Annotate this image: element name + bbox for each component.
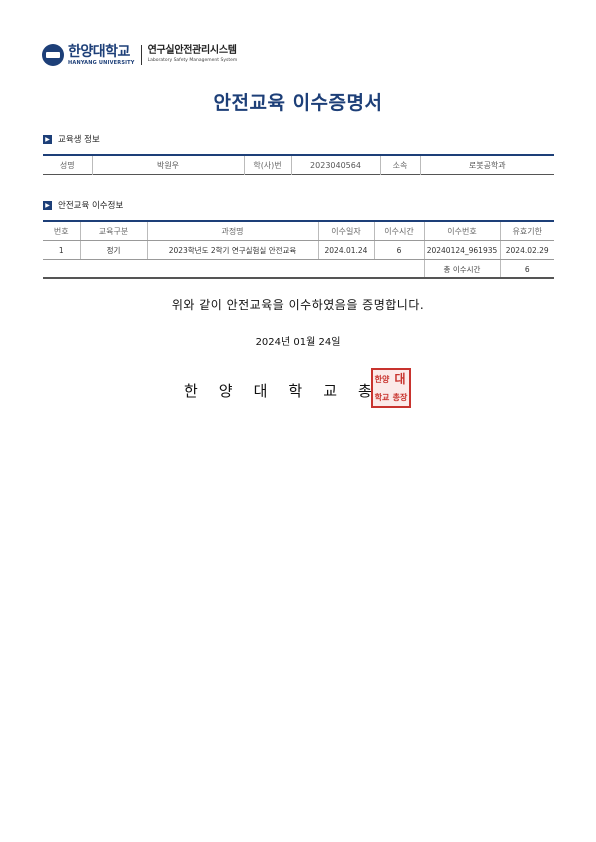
total-row-spacer (43, 260, 424, 279)
column-header: 이수일자 (317, 221, 374, 241)
issuer-name: 한양대학교총 (184, 382, 393, 400)
education-table-header: 번호 교육구분 과정명 이수일자 이수시간 이수번호 유효기한 (43, 221, 554, 241)
name-label: 성명 (59, 160, 75, 170)
column-header: 이수시간 (373, 221, 424, 241)
student-info-table: 성명 박원우 학(사)번 2023040564 소속 로봇공학과 (43, 154, 554, 175)
table-row: 1 정기 2023학년도 2학기 연구실험실 안전교육 2024.01.24 6… (43, 240, 554, 260)
column-header: 이수번호 (423, 221, 500, 241)
system-name-korean: 연구실안전관리시스템 (147, 45, 237, 57)
total-hours-value: 6 (499, 259, 554, 278)
logo-korean-text: 한양대학교 (68, 43, 130, 60)
education-info-heading-text: 안전교육 이수정보 (58, 201, 124, 211)
seal-character: 대 (394, 372, 406, 386)
header-divider (140, 45, 142, 65)
certificate-number: 20240124_961935 (423, 240, 500, 260)
seal-character: 총장 (392, 392, 408, 402)
system-name: 연구실안전관리시스템 Laboratory Safety Management … (148, 46, 238, 64)
page-header: 한양대학교 HANYANG UNIVERSITY 연구실안전관리시스템 Labo… (42, 40, 237, 70)
department-label: 소속 (379, 155, 420, 175)
system-name-english: Laboratory Safety Management System (147, 58, 238, 64)
student-info-heading-text: 교육생 정보 (58, 135, 100, 145)
column-header: 번호 (43, 221, 80, 241)
education-type: 정기 (79, 240, 147, 260)
column-header: 과정명 (146, 221, 318, 241)
student-id-label: 학(사)번 (243, 155, 291, 175)
section-arrow-icon: ▶ (43, 134, 52, 144)
document-title: 안전교육 이수증명서 (213, 92, 383, 114)
student-info-row: 성명 박원우 학(사)번 2023040564 소속 로봇공학과 (43, 155, 554, 175)
university-logo-icon (42, 44, 64, 66)
completion-hours: 6 (373, 240, 424, 260)
seal-character: 한양 (374, 374, 390, 384)
university-logo: 한양대학교 HANYANG UNIVERSITY (68, 45, 135, 66)
seal-character: 학교 (374, 392, 390, 402)
official-seal-stamp: 한양 대 학교 총장 (371, 368, 411, 408)
row-number: 1 (43, 240, 80, 260)
education-table: 번호 교육구분 과정명 이수일자 이수시간 이수번호 유효기한 1 정기 202… (43, 220, 554, 278)
certification-statement: 위와 같이 안전교육을 이수하였음을 증명합니다. (171, 298, 425, 312)
student-id-value: 2023040564 (290, 155, 380, 175)
section-arrow-icon: ▶ (43, 200, 52, 210)
course-name: 2023학년도 2학기 연구실험실 안전교육 (146, 240, 318, 260)
total-hours-row: 총 이수시간 6 (43, 259, 554, 279)
completion-date: 2024.01.24 (317, 240, 374, 260)
logo-english-text: HANYANG UNIVERSITY (68, 59, 135, 66)
column-header: 교육구분 (79, 221, 147, 241)
table-bottom-divider (43, 277, 554, 279)
issue-date: 2024년 01월 24일 (255, 337, 341, 348)
name-value: 박원우 (91, 155, 244, 175)
column-header: 유효기한 (499, 221, 554, 241)
department-value: 로봇공학과 (419, 155, 554, 175)
total-hours-label: 총 이수시간 (423, 259, 500, 278)
expiry-date: 2024.02.29 (499, 240, 554, 260)
education-info-heading: ▶ 안전교육 이수정보 (43, 199, 123, 211)
student-info-heading: ▶ 교육생 정보 (43, 133, 100, 145)
